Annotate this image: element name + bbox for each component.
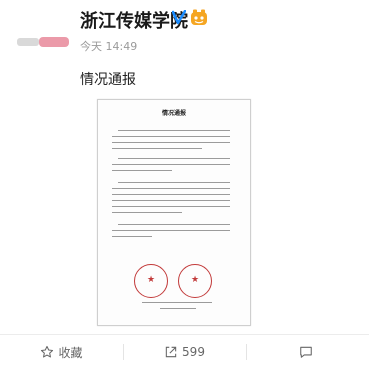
document-image[interactable]: 情况通报 ★ ★	[97, 99, 251, 326]
doc-text-line	[112, 136, 230, 137]
doc-text-line	[118, 182, 230, 183]
doc-text-line	[112, 194, 230, 195]
doc-text-line	[112, 200, 230, 201]
action-bar: 收藏 599	[0, 335, 369, 369]
doc-text-line	[112, 164, 230, 165]
doc-text-line	[118, 158, 230, 159]
doc-date-line	[160, 308, 196, 309]
official-seal-right: ★	[178, 264, 212, 298]
doc-text-line	[112, 188, 230, 189]
official-seal-left: ★	[134, 264, 168, 298]
doc-text-line	[112, 142, 230, 143]
avatar-blur-left	[17, 38, 39, 46]
repost-count: 599	[182, 345, 205, 359]
doc-text-line	[112, 230, 230, 231]
post-time: 今天 14:49	[80, 40, 138, 53]
star-icon	[41, 345, 54, 358]
doc-text-line	[112, 236, 152, 237]
avatar[interactable]	[17, 34, 72, 50]
doc-text-line	[112, 170, 172, 171]
comment-button[interactable]	[246, 335, 369, 369]
avatar-blur-right	[39, 37, 69, 47]
repost-button[interactable]: 599	[123, 335, 246, 369]
post-text: 情况通报	[80, 72, 136, 88]
comment-icon	[299, 346, 312, 358]
document-title: 情况通报	[161, 110, 186, 117]
weibo-post: 浙江传媒学院 今天 14:49 情况通报 情况通报 ★ ★ 收藏 599	[0, 0, 369, 369]
verified-icon	[172, 10, 186, 25]
favorite-label: 收藏	[58, 345, 83, 360]
doc-text-line	[112, 212, 182, 213]
doc-text-line	[112, 206, 230, 207]
doc-signature-line	[142, 302, 212, 303]
doc-text-line	[112, 148, 202, 149]
member-badge-icon[interactable]	[190, 9, 208, 27]
repost-icon	[165, 346, 177, 358]
favorite-button[interactable]: 收藏	[0, 335, 123, 369]
doc-text-line	[118, 224, 230, 225]
doc-text-line	[118, 130, 230, 131]
